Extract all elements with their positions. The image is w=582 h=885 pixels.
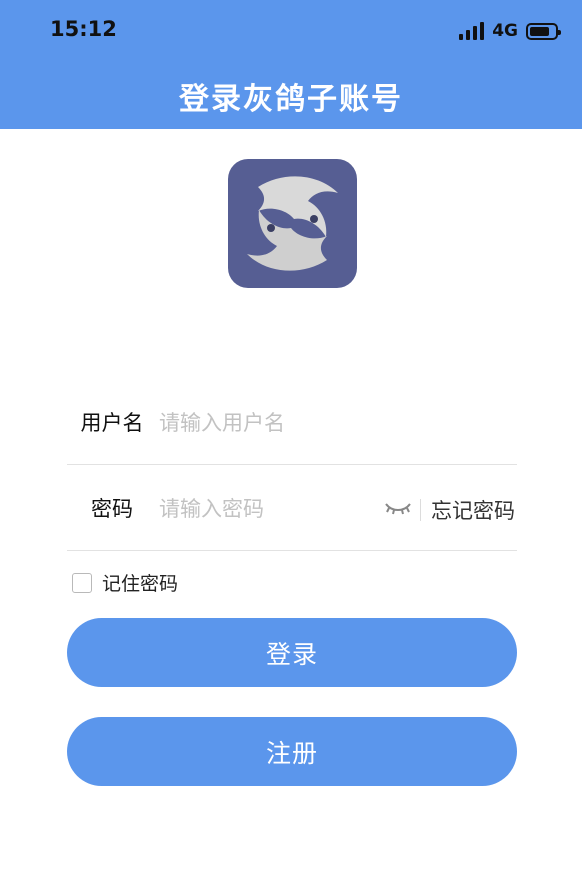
eye-closed-icon[interactable]	[384, 498, 412, 518]
page-title: 登录灰鸽子账号	[179, 82, 403, 117]
password-row: 密码 忘记密码	[67, 465, 517, 551]
forgot-password-link[interactable]: 忘记密码	[431, 495, 515, 525]
status-indicators: 4G	[459, 19, 561, 43]
status-time: 15:12	[50, 17, 117, 41]
remember-label: 记住密码	[102, 573, 179, 595]
username-row: 用户名	[67, 379, 517, 465]
register-button[interactable]: 注册	[67, 717, 517, 786]
network-type: 4G	[492, 21, 518, 41]
pigeon-logo-icon	[228, 159, 357, 288]
password-input[interactable]	[159, 493, 374, 525]
username-input[interactable]	[159, 407, 509, 439]
battery-icon	[526, 22, 561, 40]
remember-password-toggle[interactable]: 记住密码	[72, 569, 178, 596]
password-label: 密码	[91, 497, 133, 521]
login-button[interactable]: 登录	[67, 618, 517, 687]
signal-icon	[459, 22, 485, 40]
username-label: 用户名	[80, 411, 144, 435]
app-header: 15:12 4G 登录灰鸽子账号	[0, 0, 582, 129]
remember-checkbox[interactable]	[72, 572, 92, 593]
divider	[420, 499, 421, 521]
